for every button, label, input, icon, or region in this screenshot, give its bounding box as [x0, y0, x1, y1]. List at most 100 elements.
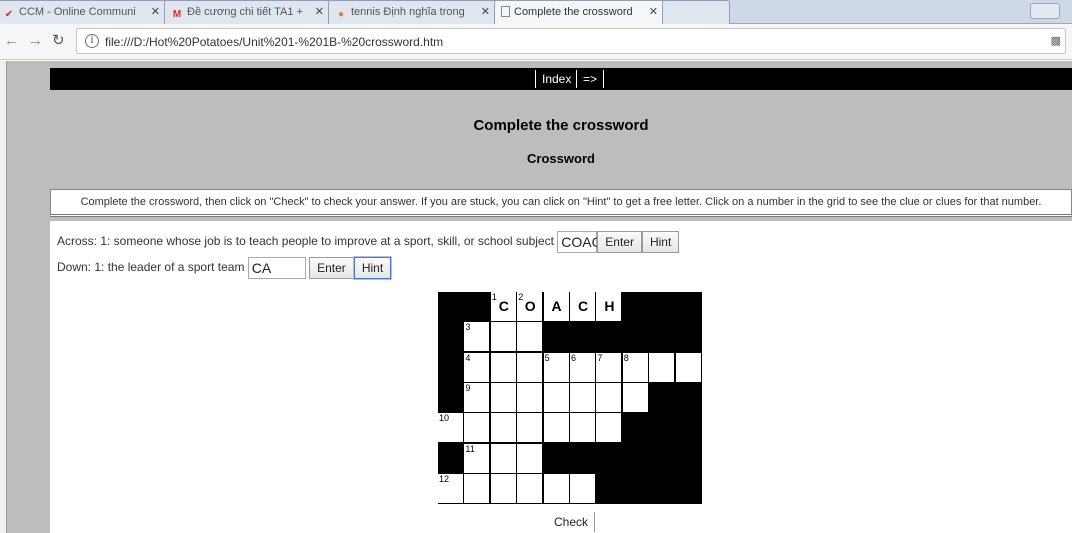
grid-block [622, 443, 649, 474]
grid-cell[interactable] [675, 352, 702, 383]
grid-cell[interactable]: 1C [490, 292, 517, 322]
grid-cell[interactable] [543, 413, 570, 444]
grid-block [596, 443, 623, 474]
close-icon[interactable]: ✕ [481, 5, 490, 18]
grid-cell[interactable] [464, 413, 491, 444]
grid-block [570, 443, 596, 474]
info-icon[interactable]: i [85, 34, 99, 48]
grid-cell[interactable]: 2O [517, 292, 544, 322]
clue-number[interactable]: 11 [465, 444, 474, 454]
across-clue-text: Across: 1: someone whose job is to teach… [57, 234, 554, 249]
grid-cell[interactable] [490, 322, 517, 353]
index-link[interactable]: Index [535, 70, 577, 88]
page-body: Index => Complete the crossword Crosswor… [0, 61, 1072, 533]
grid-cell[interactable] [570, 413, 596, 444]
grid-cell[interactable]: 5 [543, 352, 570, 383]
grid-cell[interactable]: H [596, 292, 623, 322]
clue-number[interactable]: 4 [465, 353, 470, 363]
browser-tab[interactable]: ● tennis Định nghĩa trong ✕ [328, 0, 498, 24]
clue-number[interactable]: 10 [439, 413, 449, 423]
grid-cell[interactable] [596, 413, 623, 444]
grid-cell[interactable] [517, 322, 544, 353]
ccm-icon: ✔ [4, 9, 14, 20]
tab-title: Đề cương chi tiết TA1 + [187, 6, 303, 18]
back-icon[interactable]: ← [4, 33, 19, 49]
grid-cell[interactable] [649, 352, 676, 383]
grid-cell[interactable] [490, 443, 517, 474]
clue-number[interactable]: 8 [624, 353, 629, 363]
grid-block [622, 413, 649, 444]
grid-cell[interactable] [570, 473, 596, 504]
across-enter-button[interactable]: Enter [597, 231, 642, 253]
grid-cell[interactable] [517, 352, 544, 383]
clue-number[interactable]: 3 [465, 322, 470, 332]
grid-block [649, 322, 676, 353]
down-answer-input[interactable]: CA [247, 257, 306, 279]
grid-cell[interactable]: 10 [438, 413, 464, 444]
grid-cell[interactable]: 11 [464, 443, 491, 474]
grid-cell[interactable] [464, 473, 491, 504]
grid-block [649, 443, 676, 474]
clue-number[interactable]: 6 [571, 353, 576, 363]
grid-cell[interactable]: 12 [438, 473, 464, 504]
across-hint-button[interactable]: Hint [641, 231, 680, 253]
grid-cell[interactable] [570, 382, 596, 413]
close-icon[interactable]: ✕ [151, 5, 160, 18]
gmail-icon: M [172, 9, 182, 20]
grid-cell[interactable]: 9 [464, 382, 491, 413]
next-link[interactable]: => [576, 70, 605, 88]
grid-cell[interactable] [490, 413, 517, 444]
down-enter-button[interactable]: Enter [309, 257, 354, 279]
grid-cell[interactable]: A [543, 292, 570, 322]
grid-cell[interactable]: 7 [596, 352, 623, 383]
grid-cell[interactable]: 6 [570, 352, 596, 383]
grid-cell[interactable] [596, 382, 623, 413]
grid-block [675, 413, 702, 444]
crossword-area: Across: 1: someone whose job is to teach… [50, 221, 1072, 533]
minimize-button[interactable] [1030, 3, 1060, 19]
clue-number[interactable]: 9 [465, 383, 470, 393]
clue-number[interactable]: 7 [597, 353, 602, 363]
grid-block [438, 382, 464, 413]
across-answer-input[interactable]: COAC [557, 231, 602, 253]
across-clue-row: Across: 1: someone whose job is to teach… [57, 231, 680, 253]
url-field[interactable]: i file:///D:/Hot%20Potatoes/Unit%201-%20… [76, 28, 1066, 54]
page-title: Complete the crossword [473, 117, 649, 134]
browser-tab[interactable]: M Đề cương chi tiết TA1 + ✕ [164, 0, 332, 24]
grid-cell[interactable]: C [570, 292, 596, 322]
grid-cell[interactable] [490, 473, 517, 504]
grid-cell[interactable] [622, 382, 649, 413]
browser-tab-active[interactable]: Complete the crossword ✕ [494, 0, 666, 25]
grid-block [675, 443, 702, 474]
grid-cell[interactable]: 3 [464, 322, 491, 353]
clue-number[interactable]: 12 [439, 474, 449, 484]
grid-cell[interactable] [490, 352, 517, 383]
clue-number[interactable]: 5 [545, 353, 550, 363]
tab-title: tennis Định nghĩa trong [351, 6, 465, 18]
grid-cell[interactable] [517, 473, 544, 504]
dictionary-icon: ● [337, 9, 345, 20]
page-left-edge [0, 61, 7, 533]
close-icon[interactable]: ✕ [649, 5, 658, 18]
grid-cell[interactable] [517, 382, 544, 413]
translate-icon[interactable]: ▩ [1051, 34, 1061, 47]
browser-tab[interactable]: ✔ CCM - Online Communi ✕ [0, 0, 168, 24]
grid-block [543, 443, 570, 474]
grid-block [438, 292, 464, 322]
cell-letter: H [604, 298, 615, 314]
grid-cell[interactable] [517, 413, 544, 444]
grid-cell[interactable] [543, 473, 570, 504]
grid-cell[interactable]: 8 [622, 352, 649, 383]
forward-icon[interactable]: → [28, 33, 43, 49]
down-hint-button[interactable]: Hint [353, 257, 392, 279]
grid-cell[interactable] [517, 443, 544, 474]
grid-cell[interactable] [490, 382, 517, 413]
grid-block [622, 292, 649, 322]
grid-block [570, 322, 596, 353]
reload-icon[interactable]: ↻ [52, 33, 65, 49]
grid-cell[interactable] [543, 382, 570, 413]
grid-cell[interactable]: 4 [464, 352, 491, 383]
new-tab-button[interactable] [662, 0, 730, 24]
close-icon[interactable]: ✕ [315, 5, 324, 18]
check-button[interactable]: Check [554, 512, 596, 532]
